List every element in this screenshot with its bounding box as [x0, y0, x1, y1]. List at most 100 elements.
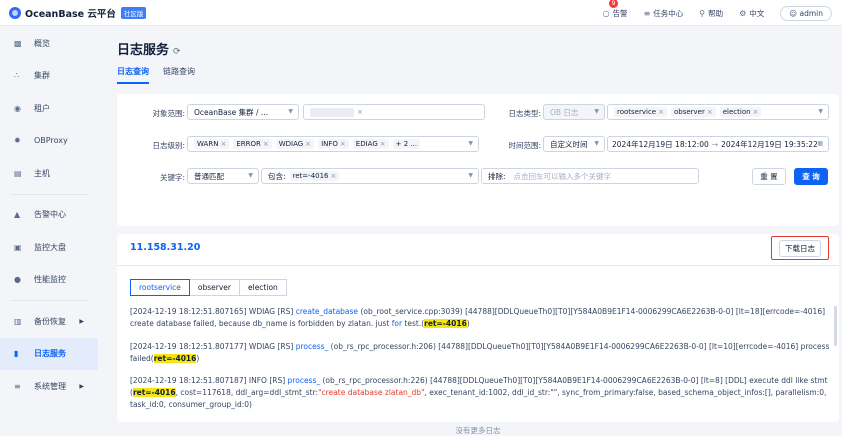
edition-badge: 社区版 [120, 6, 147, 19]
log-level-select[interactable]: WARN × ERROR × WDIAG × INFO × EDIAG × + 2 ...… [187, 136, 479, 152]
task-list-icon: ≡ [643, 8, 651, 18]
chevron-down-icon: ▼ [818, 108, 823, 115]
level-tag[interactable]: EDIAG × [352, 139, 389, 149]
user-menu[interactable]: ☺ admin [780, 5, 832, 21]
sidebar-item-performance[interactable]: ● 性能监控 [0, 264, 98, 297]
sidebar-item-alert-center[interactable]: ▲ 告警中心 [0, 199, 98, 232]
level-tag[interactable]: ERROR × [233, 139, 272, 149]
include-keyword-input[interactable]: 包含: ret=-4016 × ▼ [261, 168, 479, 184]
log-type-select: OB 日志 ▼ [543, 104, 605, 120]
sidebar-item-cluster[interactable]: ∴ 集群 [0, 60, 98, 93]
download-log-button[interactable]: 下载日志 [779, 239, 821, 257]
sidebar-item-tenant[interactable]: ◉ 租户 [0, 92, 98, 125]
task-center-link[interactable]: ≡ 任务中心 [644, 8, 684, 19]
close-icon[interactable]: × [220, 140, 226, 148]
main-content: 日志服务 ⟳ 日志查询 链路查询 对象范围: OceanBase 集群 / ...… [98, 27, 842, 435]
alerts-link[interactable]: ○ 9 告警 [602, 0, 628, 19]
log-level-label: 日志级别: [152, 141, 185, 150]
sidebar-item-system[interactable]: ≡ 系统管理 ▶ [0, 370, 98, 403]
sidebar-item-host[interactable]: ▤ 主机 [0, 157, 98, 190]
alerts-label: 告警 [612, 8, 628, 18]
tab-trace-query[interactable]: 链路查询 [163, 66, 195, 84]
download-highlight: 下载日志 [771, 236, 829, 260]
time-end[interactable]: 2024年12月19日 19:35:22 [721, 139, 818, 150]
cluster-icon: ∴ [14, 71, 20, 81]
query-button[interactable]: 查 询 [794, 168, 828, 185]
time-range-picker[interactable]: 2024年12月19日 18:12:00 → 2024年12月19日 19:35… [607, 136, 829, 152]
close-icon[interactable]: × [263, 140, 269, 148]
time-mode-select[interactable]: 自定义时间 ▼ [543, 136, 605, 152]
close-icon[interactable]: × [380, 140, 386, 148]
level-tag[interactable]: INFO × [318, 139, 349, 149]
component-tag[interactable]: election × [719, 107, 762, 117]
close-icon[interactable]: × [352, 107, 366, 117]
level-tag[interactable]: WDIAG × [275, 139, 315, 149]
host-icon: ▤ [14, 168, 22, 178]
log-entry: [2024-12-19 18:12:51.807165] WDIAG [RS] … [130, 307, 826, 328]
keyword-tag[interactable]: ret=-4016 × [289, 171, 340, 181]
reset-button[interactable]: 重 置 [752, 168, 786, 185]
filter-card: 对象范围: OceanBase 集群 / ... ▼ × 日志类型: OB 日志 ▼… [117, 94, 839, 226]
top-bar: OceanBase 云平台 社区版 ○ 9 告警 ≡ 任务中心 ⚲ 帮助 ⚙ 中… [0, 0, 842, 26]
host-ip: 11.158.31.20 [130, 242, 201, 253]
sidebar-item-backup[interactable]: ▥ 备份恢复 ▶ [0, 305, 98, 338]
chevron-right-icon: ▶ [79, 382, 84, 390]
component-tag[interactable]: observer × [670, 107, 716, 117]
log-result-card: 11.158.31.20 下载日志 rootservice observer e… [117, 234, 839, 435]
refresh-icon[interactable]: ⟳ [173, 47, 181, 57]
brand-logo[interactable]: OceanBase 云平台 社区版 [9, 6, 147, 20]
close-icon[interactable]: × [305, 140, 311, 148]
log-icon: ▮ [14, 349, 19, 359]
page-tabs: 日志查询 链路查询 [117, 66, 209, 84]
more-levels-tag[interactable]: + 2 ... [392, 139, 421, 149]
tab-log-query[interactable]: 日志查询 [117, 66, 149, 84]
bell-icon: ○ [602, 8, 610, 18]
level-tag[interactable]: WARN × [194, 139, 230, 149]
keyword-label: 关键字: [159, 173, 185, 182]
log-entry: [2024-12-19 18:12:51.807177] WDIAG [RS] … [130, 342, 830, 363]
language-label: 中文 [749, 8, 765, 18]
close-icon[interactable]: × [707, 108, 713, 116]
proxy-icon: ✹ [14, 136, 21, 146]
sidebar-item-monitor-dashboard[interactable]: ▣ 监控大盘 [0, 231, 98, 264]
range-arrow-icon: → [711, 139, 719, 149]
chevron-down-icon: ▼ [248, 172, 253, 179]
globe-icon: ⚙ [739, 8, 747, 18]
close-icon[interactable]: × [331, 172, 337, 180]
backup-icon: ▥ [14, 316, 22, 326]
segment-election[interactable]: election [239, 279, 287, 296]
match-mode-select[interactable]: 普通匹配 ▼ [187, 168, 259, 184]
keyword-highlight: ret=-4016 [153, 354, 197, 363]
user-name: admin [799, 8, 824, 18]
close-icon[interactable]: × [658, 108, 664, 116]
sidebar-item-log-service[interactable]: ▮ 日志服务 [0, 337, 98, 370]
time-start[interactable]: 2024年12月19日 18:12:00 [612, 139, 709, 150]
exclude-keyword-input[interactable]: 排除: 点击回车可以输入多个关键字 [481, 168, 699, 184]
log-component-select[interactable]: rootservice × observer × election × ▼ [607, 104, 829, 120]
sidebar-item-obproxy[interactable]: ✹ OBProxy [0, 125, 98, 158]
oceanbase-logo-icon [9, 6, 21, 19]
help-link[interactable]: ⚲ 帮助 [699, 8, 723, 19]
help-label: 帮助 [708, 8, 724, 18]
dashboard-icon: ▣ [14, 242, 22, 252]
component-tag[interactable]: rootservice × [614, 107, 667, 117]
divider [117, 265, 839, 266]
close-icon[interactable]: × [340, 140, 346, 148]
chevron-down-icon: ▼ [468, 172, 473, 179]
scope-object-select[interactable]: × [303, 104, 485, 120]
page-title: 日志服务 ⟳ [117, 43, 181, 58]
help-icon: ⚲ [699, 8, 706, 18]
segment-rootservice[interactable]: rootservice [130, 279, 190, 296]
sidebar: ▩ 概览 ∴ 集群 ◉ 租户 ✹ OBProxy ▤ 主机 ▲ 告警中心 ▣ 监控大盘 ● 性能… [0, 27, 98, 419]
close-icon[interactable]: × [753, 108, 759, 116]
chevron-down-icon: ▼ [468, 140, 473, 147]
segment-observer[interactable]: observer [188, 279, 240, 296]
scope-select[interactable]: OceanBase 集群 / ... ▼ [187, 104, 299, 120]
language-switch[interactable]: ⚙ 中文 [739, 8, 764, 19]
exclude-label: 排除: [488, 171, 506, 181]
exclude-placeholder: 点击回车可以输入多个关键字 [513, 171, 612, 181]
log-scrollbar[interactable] [834, 306, 837, 346]
include-label: 包含: [268, 171, 286, 181]
sidebar-item-overview[interactable]: ▩ 概览 [0, 27, 98, 60]
bar-chart-icon: ▩ [14, 38, 22, 48]
